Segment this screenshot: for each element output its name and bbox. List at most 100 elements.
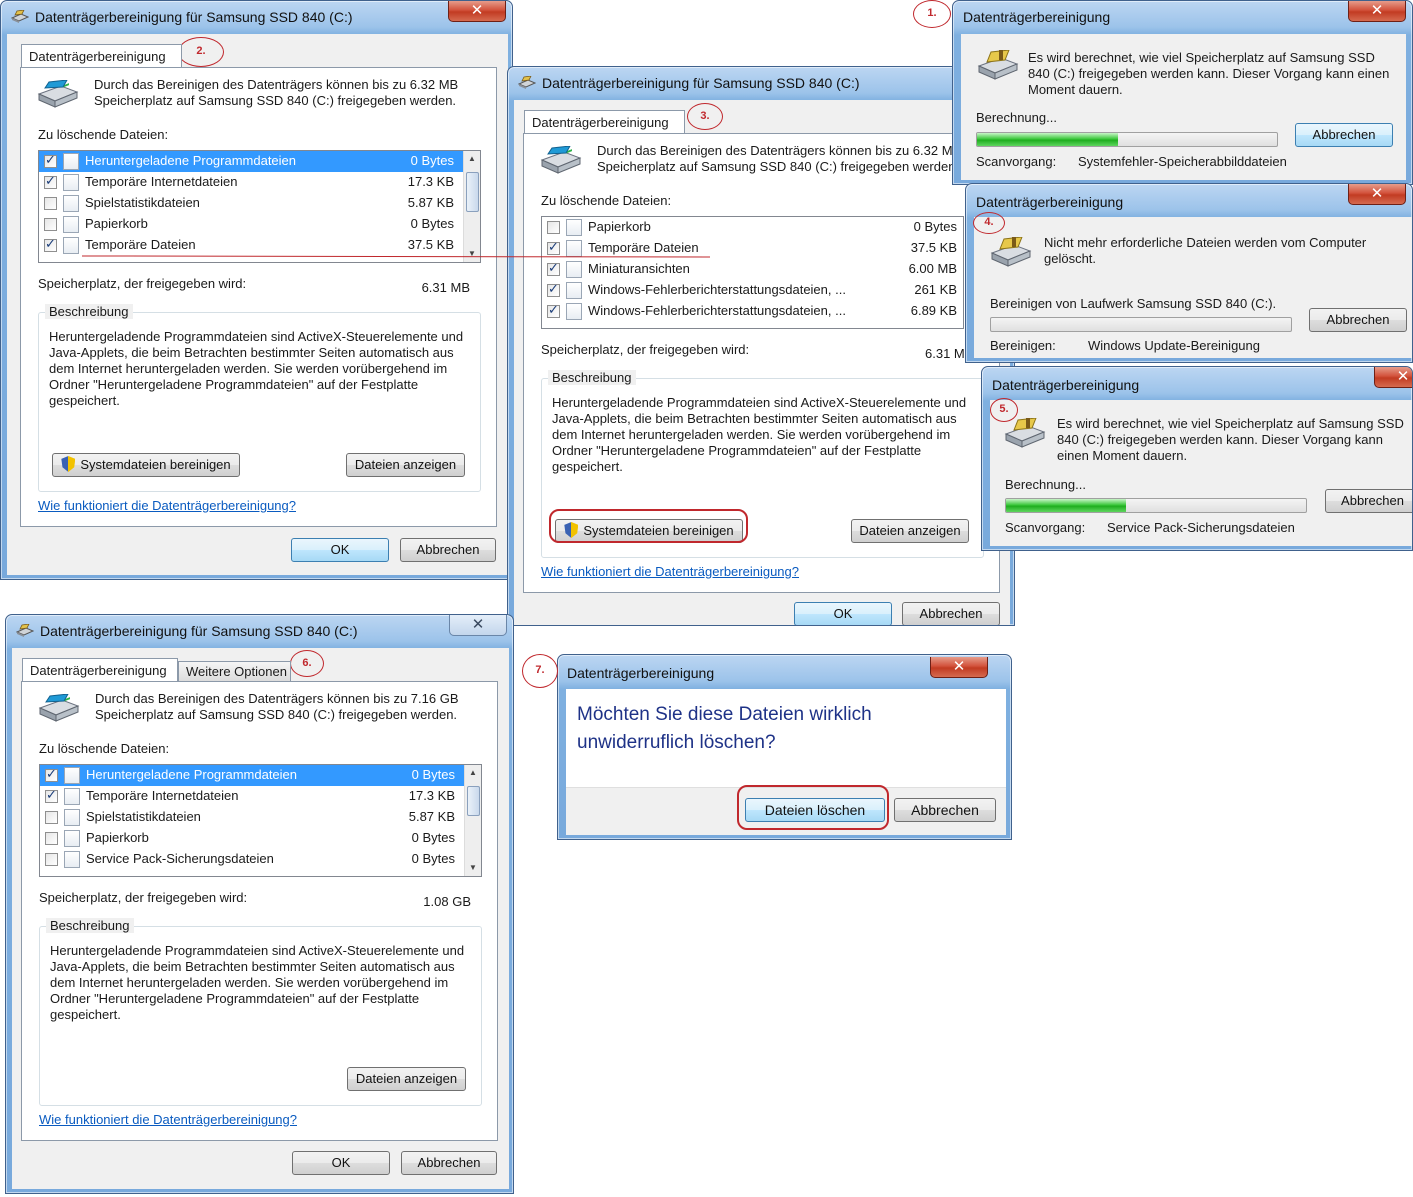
item-checkbox[interactable] [547,240,560,255]
item-checkbox[interactable] [45,832,58,845]
ok-button[interactable]: OK [292,1151,390,1175]
scrollbar[interactable]: ▲ ▼ [463,151,480,262]
list-item[interactable]: Service Pack-Sicherungsdateien 0 Bytes [40,849,481,870]
close-button[interactable]: ✕ [448,1,506,22]
file-type-icon [566,240,582,257]
ok-button[interactable]: OK [291,538,389,562]
files-label: Zu löschende Dateien: [541,193,672,208]
file-type-icon [64,788,80,805]
list-item[interactable]: Heruntergeladene Programmdateien 0 Bytes [40,765,481,786]
scroll-up-arrow-icon[interactable]: ▲ [464,151,480,167]
list-item[interactable]: Temporäre Internetdateien 17.3 KB [39,172,480,193]
scan-label: Scanvorgang: [1005,520,1086,535]
cleanup-window-1: Datenträgerbereinigung für Samsung SSD 8… [0,0,513,580]
item-size: 0 Bytes [411,830,455,845]
show-files-button[interactable]: Dateien anzeigen [346,453,465,477]
scroll-thumb[interactable] [466,172,479,212]
list-item[interactable]: Spielstatistikdateien 5.87 KB [40,807,481,828]
item-size: 0 Bytes [411,767,455,782]
file-type-icon [64,767,80,784]
list-item[interactable]: Miniaturansichten 6.00 MB [542,259,963,280]
title-bar[interactable]: Datenträgerbereinigung für Samsung SSD 8… [6,615,513,647]
item-checkbox[interactable] [547,282,560,297]
list-item[interactable]: Windows-Fehlerberichterstattungsdateien,… [542,280,963,301]
scan-label: Bereinigen: [990,338,1056,353]
show-files-button[interactable]: Dateien anzeigen [851,519,969,543]
close-button[interactable]: ✕ [1374,367,1412,388]
cancel-button[interactable]: Abbrechen [894,798,996,822]
progress-dialog-3: Datenträgerbereinigung ✕ Es wird berechn… [981,366,1413,551]
item-size: 0 Bytes [410,216,454,231]
cancel-button[interactable]: Abbrechen [902,602,1000,625]
list-item[interactable]: Papierkorb 0 Bytes [39,214,480,235]
cancel-button[interactable]: Abbrechen [401,1151,497,1175]
cancel-button[interactable]: Abbrechen [1309,308,1407,332]
title-bar[interactable]: Datenträgerbereinigung ✕ [953,1,1412,33]
list-item[interactable]: Temporäre Internetdateien 17.3 KB [40,786,481,807]
tab-more-options[interactable]: Weitere Optionen [178,661,291,681]
item-name: Heruntergeladene Programmdateien [85,153,297,168]
window-client: Datenträgerbereinigung Durch das Bereini… [7,34,508,575]
description-label: Beschreibung [46,918,134,933]
description-label: Beschreibung [548,370,636,385]
close-button[interactable]: ✕ [449,615,507,636]
item-checkbox[interactable] [44,153,57,168]
message-text: Es wird berechnet, wie viel Speicherplat… [1028,50,1390,97]
window-title: Datenträgerbereinigung für Samsung SSD 8… [40,623,358,639]
tab-cleanup[interactable]: Datenträgerbereinigung [524,110,685,133]
title-bar[interactable]: Datenträgerbereinigung ✕ [558,655,1011,687]
item-checkbox[interactable] [44,174,57,189]
item-checkbox[interactable] [45,788,58,803]
title-bar[interactable]: Datenträgerbereinigung ✕ [982,367,1412,399]
item-checkbox[interactable] [44,218,57,231]
item-checkbox[interactable] [45,767,58,782]
file-list[interactable]: Heruntergeladene Programmdateien 0 Bytes T… [38,150,481,263]
scroll-down-arrow-icon[interactable]: ▼ [464,246,480,262]
item-checkbox[interactable] [45,811,58,824]
list-item[interactable]: Windows-Fehlerberichterstattungsdateien,… [542,301,963,322]
title-bar[interactable]: Datenträgerbereinigung für Samsung SSD 8… [1,1,512,33]
item-checkbox[interactable] [547,221,560,234]
tab-cleanup[interactable]: Datenträgerbereinigung [21,44,182,67]
cancel-button[interactable]: Abbrechen [1295,123,1393,147]
close-button[interactable]: ✕ [1348,184,1406,205]
list-item[interactable]: Papierkorb 0 Bytes [40,828,481,849]
item-checkbox[interactable] [44,197,57,210]
help-link[interactable]: Wie funktioniert die Datenträgerbereinig… [39,1112,297,1127]
scrollbar[interactable]: ▲ ▼ [464,765,481,876]
title-bar[interactable]: Datenträgerbereinigung für Samsung SSD 8… [508,67,1014,99]
show-files-button[interactable]: Dateien anzeigen [347,1067,466,1091]
item-checkbox[interactable] [45,853,58,866]
window-title: Datenträgerbereinigung [992,377,1140,393]
close-button[interactable]: ✕ [1348,1,1406,22]
file-list[interactable]: Heruntergeladene Programmdateien 0 Bytes T… [39,764,482,877]
list-item[interactable]: Spielstatistikdateien 5.87 KB [39,193,480,214]
ok-button[interactable]: OK [794,602,892,625]
file-list[interactable]: Papierkorb 0 Bytes Temporäre Dateien 37.5 K… [541,216,964,329]
item-size: 6.00 MB [908,261,957,276]
cancel-button[interactable]: Abbrechen [400,538,496,562]
scroll-down-arrow-icon[interactable]: ▼ [465,860,481,876]
list-item[interactable]: Temporäre Dateien 37.5 KB [39,235,480,256]
scroll-thumb[interactable] [467,786,480,816]
cancel-button[interactable]: Abbrechen [1325,489,1412,513]
file-type-icon [566,282,582,299]
tab-cleanup[interactable]: Datenträgerbereinigung [22,658,178,681]
progress-fill [1006,499,1126,512]
step-marker-4: 4. [973,212,1005,234]
close-button[interactable]: ✕ [930,657,988,678]
item-checkbox[interactable] [547,303,560,318]
window-title: Datenträgerbereinigung [963,9,1111,25]
dialog-client: Es wird berechnet, wie viel Speicherplat… [990,400,1412,546]
help-link[interactable]: Wie funktioniert die Datenträgerbereinig… [541,564,799,579]
list-item[interactable]: Papierkorb 0 Bytes [542,217,963,238]
scroll-up-arrow-icon[interactable]: ▲ [465,765,481,781]
help-link[interactable]: Wie funktioniert die Datenträgerbereinig… [38,498,296,513]
title-bar[interactable]: Datenträgerbereinigung ✕ [966,184,1412,216]
item-checkbox[interactable] [547,261,560,276]
system-files-button[interactable]: Systemdateien bereinigen [52,453,240,477]
file-type-icon [63,216,79,233]
list-item[interactable]: Heruntergeladene Programmdateien 0 Bytes [39,151,480,172]
item-checkbox[interactable] [44,237,57,252]
intro-text: Durch das Bereinigen des Datenträgers kö… [95,691,459,722]
